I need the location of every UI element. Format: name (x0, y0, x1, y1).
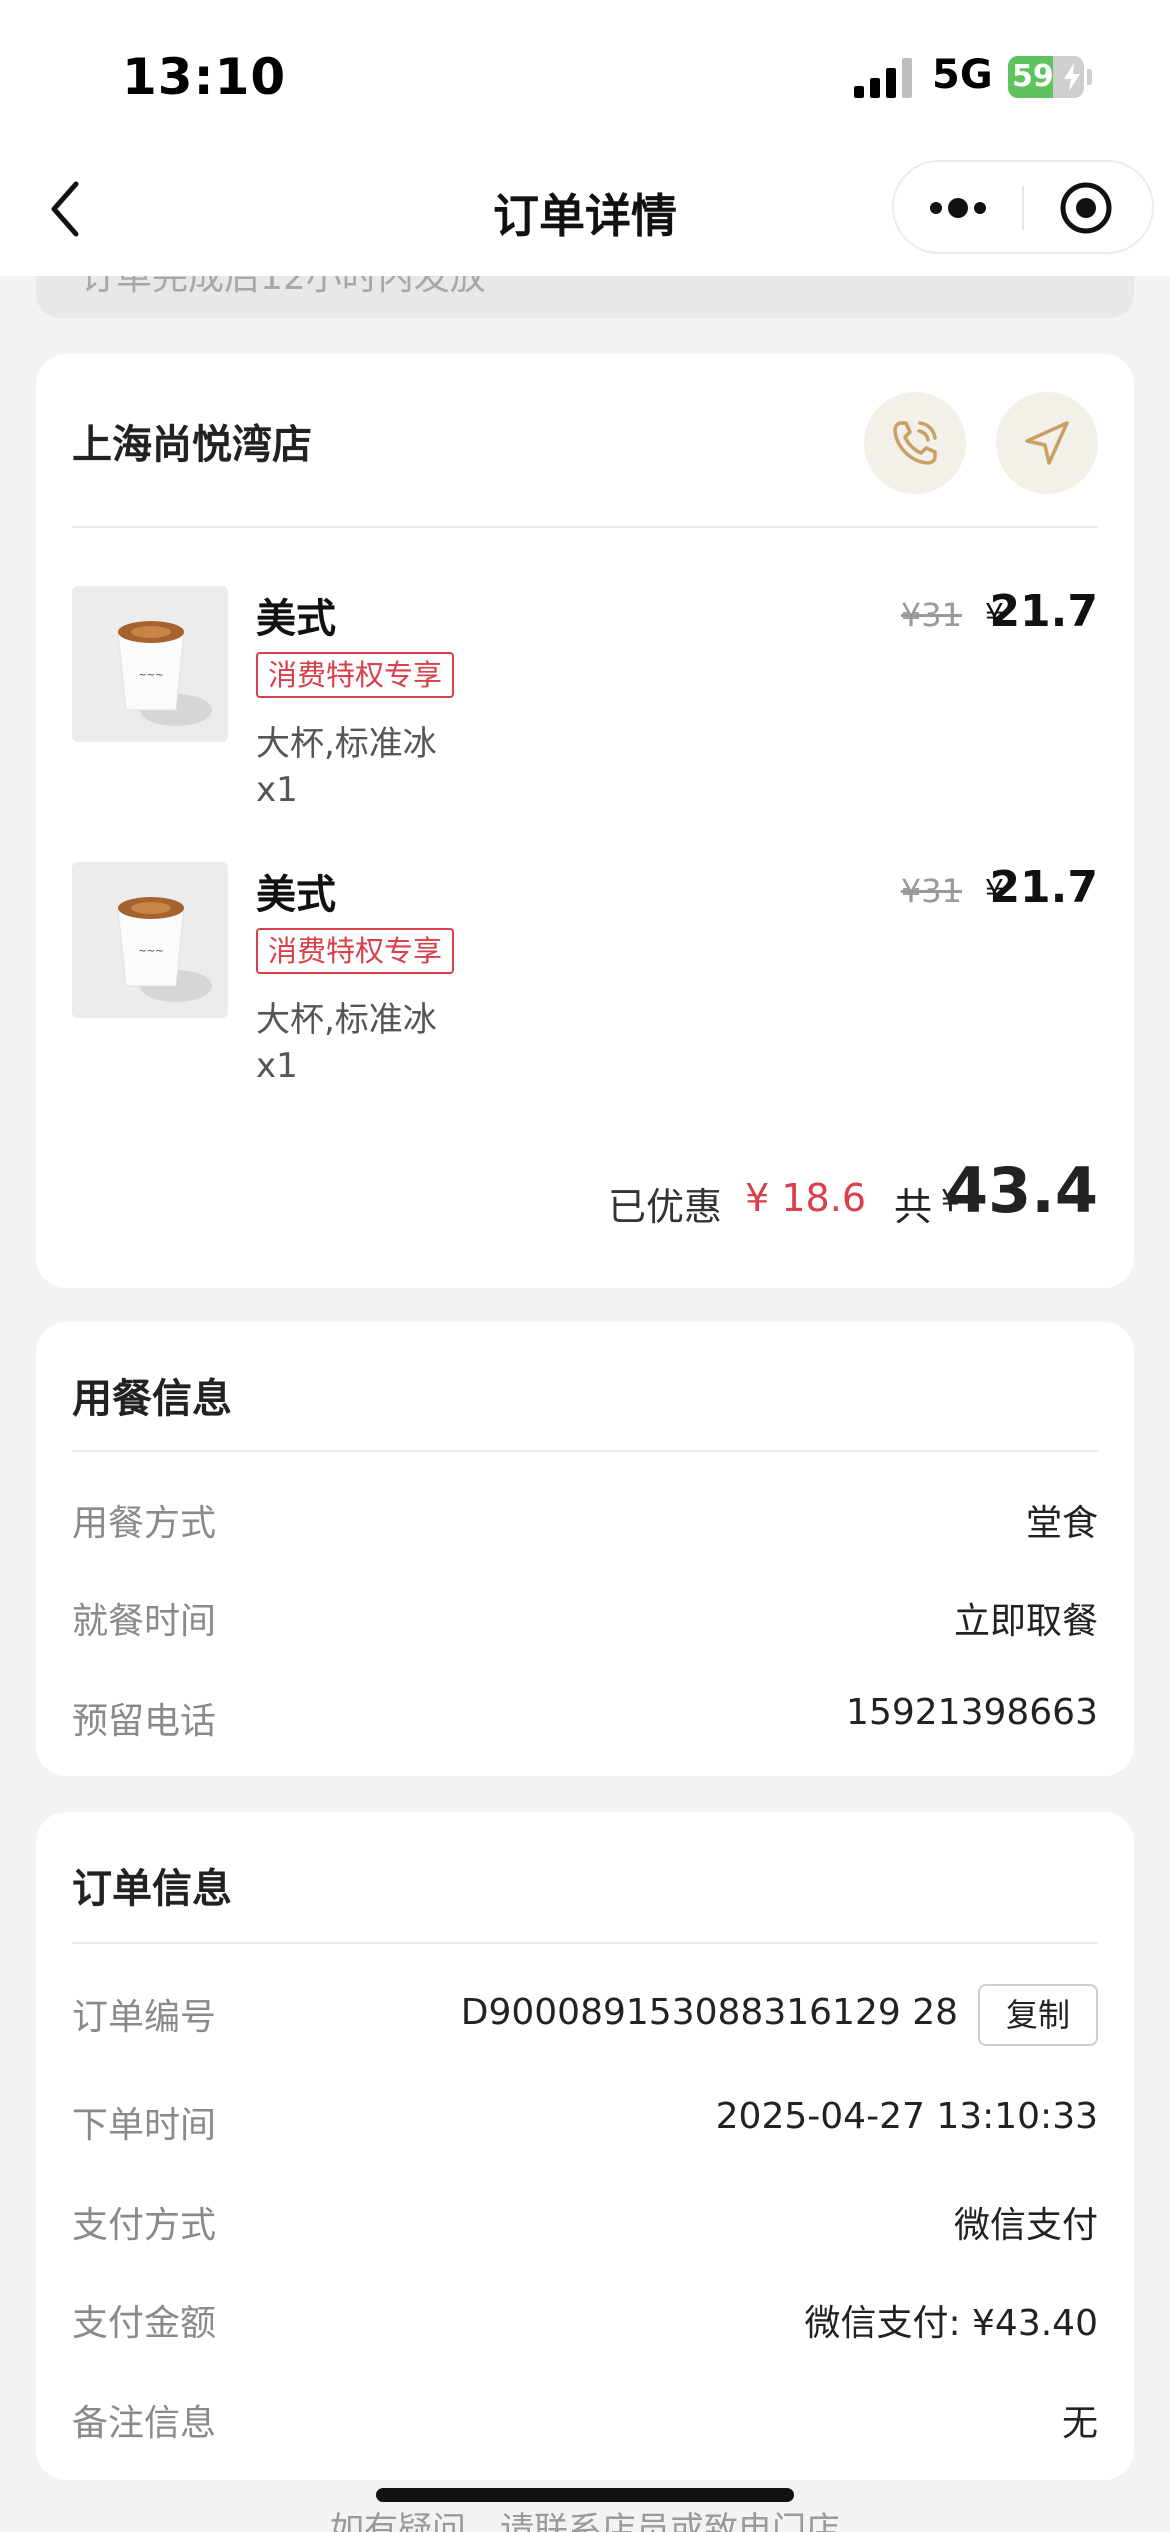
order-total-row: 已优惠 ¥ 18.6 共 ¥ 43.4 (98, 1154, 1098, 1234)
coffee-cup-image: ~~~ (72, 586, 228, 742)
close-target-icon[interactable] (1024, 162, 1154, 252)
dining-method-label: 用餐方式 (72, 1503, 217, 1544)
dining-info-card: 用餐信息 用餐方式 堂食 就餐时间 立即取餐 预留电话 15921398663 (36, 1322, 1134, 1776)
phone-value: 15921398663 (846, 1692, 1098, 1733)
order-number-value: D900089153088316129 28 (460, 1992, 958, 2033)
discount-label: 已优惠 (607, 1185, 722, 1229)
remark-value: 无 (1061, 2403, 1098, 2444)
cellular-signal-icon (854, 58, 912, 98)
order-item: ~~~ 美式 消费特权专享 大杯,标准冰 x1 ¥31 ¥ 21.7 (72, 586, 1098, 826)
status-time: 13:10 (122, 48, 287, 106)
nav-bar: 订单详情 (0, 150, 1170, 276)
order-time-label: 下单时间 (72, 2105, 217, 2146)
navigate-button[interactable] (996, 392, 1098, 494)
privilege-tag: 消费特权专享 (256, 928, 455, 974)
payment-amount-label: 支付金额 (72, 2303, 217, 2344)
payment-amount-value: 微信支付: ¥43.40 (804, 2303, 1098, 2344)
navigation-arrow-icon (1025, 421, 1069, 465)
payment-method-label: 支付方式 (72, 2205, 217, 2246)
section-title: 订单信息 (72, 1866, 232, 1912)
order-info-card: 订单信息 订单编号 D900089153088316129 28 复制 下单时间… (36, 1812, 1134, 2480)
divider (72, 1942, 1098, 1944)
coffee-cup-image: ~~~ (72, 862, 228, 1018)
home-indicator (376, 2488, 794, 2502)
mini-program-capsule (892, 160, 1154, 254)
item-name: 美式 (256, 872, 336, 918)
item-spec: 大杯,标准冰 (256, 724, 437, 764)
remark-label: 备注信息 (72, 2403, 217, 2444)
order-detail-page: 13:10 5G 59 订单详情 订单完成后12小时内发放 上海尚悦湾店 ~~~… (0, 0, 1170, 2532)
item-quantity: x1 (256, 1046, 298, 1086)
dining-method-value: 堂食 (1025, 1503, 1098, 1544)
section-title: 用餐信息 (72, 1376, 232, 1422)
battery-percent: 59 (1012, 59, 1054, 94)
battery-nub (1087, 69, 1092, 85)
order-item: ~~~ 美式 消费特权专享 大杯,标准冰 x1 ¥31 ¥ 21.7 (72, 862, 1098, 1102)
battery-icon: 59 (1008, 56, 1092, 98)
copy-button[interactable]: 复制 (978, 1984, 1098, 2046)
svg-text:~~~: ~~~ (138, 670, 163, 681)
divider (72, 1450, 1098, 1452)
order-number-label: 订单编号 (72, 1997, 217, 2038)
call-store-button[interactable] (864, 392, 966, 494)
more-dots-icon[interactable] (894, 162, 1022, 252)
original-price: ¥31 (900, 596, 962, 634)
network-type: 5G (932, 52, 993, 98)
total-amount: 43.4 (945, 1154, 1098, 1227)
item-name: 美式 (256, 596, 336, 642)
phone-label: 预留电话 (72, 1701, 217, 1742)
store-card: 上海尚悦湾店 ~~~ 美式 消费特权专享 大杯,标准冰 x1 ¥31 ¥ 21.… (36, 354, 1134, 1288)
item-quantity: x1 (256, 770, 298, 810)
divider (72, 526, 1098, 528)
item-price: 21.7 (989, 586, 1098, 637)
svg-text:~~~: ~~~ (138, 946, 163, 957)
original-price: ¥31 (900, 872, 962, 910)
store-name: 上海尚悦湾店 (72, 422, 312, 468)
total-label: 共 (893, 1185, 932, 1229)
order-time-value: 2025-04-27 13:10:33 (715, 2096, 1098, 2137)
phone-icon (893, 421, 937, 465)
item-price: 21.7 (989, 862, 1098, 913)
pickup-time-label: 就餐时间 (72, 1601, 217, 1642)
payment-method-value: 微信支付 (953, 2205, 1098, 2246)
status-bar: 13:10 5G 59 (0, 0, 1170, 150)
privilege-tag: 消费特权专享 (256, 652, 455, 698)
charging-bolt-icon (1064, 63, 1080, 91)
discount-amount: ¥ 18.6 (745, 1176, 866, 1220)
pickup-time-value: 立即取餐 (953, 1601, 1098, 1642)
help-footer-text: 如有疑问，请联系店员或致电门店 (330, 2510, 840, 2532)
item-spec: 大杯,标准冰 (256, 1000, 437, 1040)
